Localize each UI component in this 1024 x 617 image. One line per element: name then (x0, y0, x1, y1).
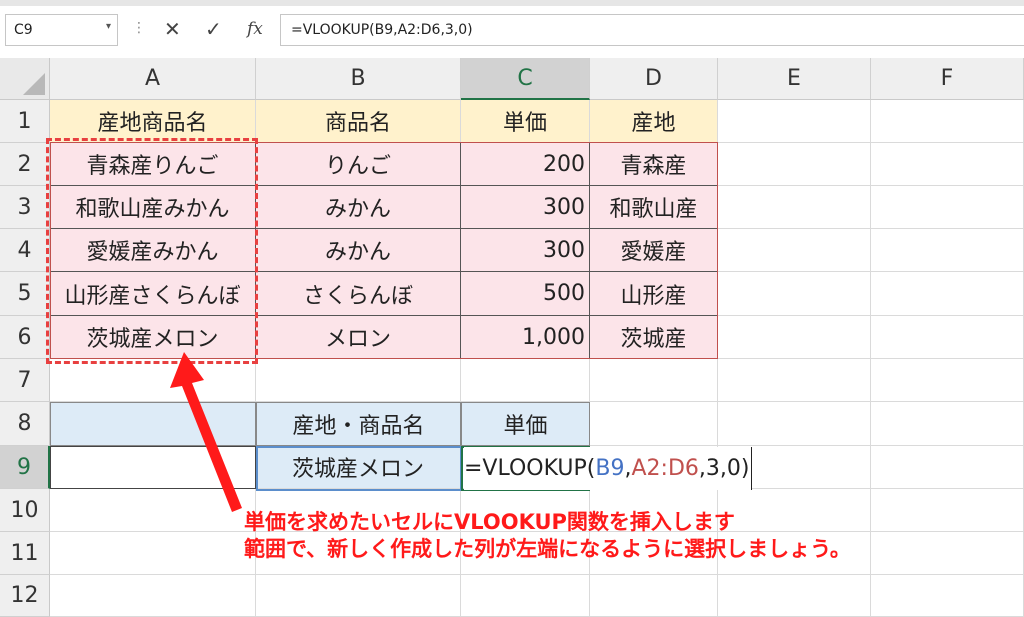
cell-e8[interactable] (718, 402, 871, 446)
row-header-12[interactable]: 12 (0, 575, 50, 617)
cell-c12[interactable] (461, 575, 590, 617)
formula-input[interactable]: =VLOOKUP(B9,A2:D6,3,0) (280, 14, 1024, 46)
column-header-d[interactable]: D (590, 58, 718, 100)
cell-f3[interactable] (871, 186, 1024, 229)
cell-b2[interactable]: りんご (256, 143, 461, 186)
cell-f7[interactable] (871, 359, 1024, 402)
cell-c1[interactable]: 単価 (461, 100, 590, 143)
cell-d5[interactable]: 山形産 (590, 272, 718, 316)
formula-sep: , (624, 456, 632, 481)
select-all-corner[interactable] (0, 58, 50, 100)
cell-e2[interactable] (718, 143, 871, 186)
cell-d6[interactable]: 茨城産 (590, 316, 718, 359)
cell-f1[interactable] (871, 100, 1024, 143)
name-box-value: C9 (14, 22, 33, 38)
column-header-c[interactable]: C (461, 58, 590, 100)
cell-f2[interactable] (871, 143, 1024, 186)
row-header-4[interactable]: 4 (0, 229, 50, 272)
column-header-e[interactable]: E (718, 58, 871, 100)
column-header-b[interactable]: B (256, 58, 461, 100)
cell-a12[interactable] (50, 575, 256, 617)
cell-d4[interactable]: 愛媛産 (590, 229, 718, 272)
drag-handle-icon[interactable]: ⋮ (132, 20, 146, 36)
cell-c2[interactable]: 200 (461, 143, 590, 186)
formula-suffix: ,3,0) (698, 456, 750, 481)
cell-f9[interactable] (871, 446, 1024, 489)
enter-check-icon[interactable]: ✓ (205, 17, 222, 41)
row-header-7[interactable]: 7 (0, 359, 50, 402)
cell-c5[interactable]: 500 (461, 272, 590, 316)
cell-e12[interactable] (718, 575, 871, 617)
cell-c8[interactable]: 単価 (461, 402, 590, 446)
cell-b8[interactable]: 産地・商品名 (256, 402, 461, 446)
row-header-6[interactable]: 6 (0, 316, 50, 359)
row-header-5[interactable]: 5 (0, 272, 50, 316)
formula-ref-b9: B9 (595, 456, 625, 481)
cell-b12[interactable] (256, 575, 461, 617)
cell-f12[interactable] (871, 575, 1024, 617)
cell-b7[interactable] (256, 359, 461, 402)
row-header-9[interactable]: 9 (0, 446, 50, 489)
insert-function-icon[interactable]: fx (247, 19, 263, 39)
cell-e5[interactable] (718, 272, 871, 316)
red-arrow-icon (170, 352, 242, 512)
name-box[interactable]: C9 ▾ (5, 14, 118, 46)
cell-f6[interactable] (871, 316, 1024, 359)
chevron-down-icon[interactable]: ▾ (106, 21, 111, 32)
annotation-text: 単価を求めたいセルにVLOOKUP関数を挿入します 範囲で、新しく作成した列が左… (244, 509, 851, 563)
cell-d7[interactable] (590, 359, 718, 402)
cell-a1[interactable]: 産地商品名 (50, 100, 256, 143)
formula-bar: C9 ▾ ⋮ ✕ ✓ fx =VLOOKUP(B9,A2:D6,3,0) (0, 0, 1024, 58)
cell-f4[interactable] (871, 229, 1024, 272)
cell-d2[interactable]: 青森産 (590, 143, 718, 186)
cell-f11[interactable] (871, 532, 1024, 575)
cell-c6[interactable]: 1,000 (461, 316, 590, 359)
column-header-f[interactable]: F (871, 58, 1024, 100)
annotation-line-1: 単価を求めたいセルにVLOOKUP関数を挿入します (244, 510, 735, 534)
row-header-3[interactable]: 3 (0, 186, 50, 229)
cell-b1[interactable]: 商品名 (256, 100, 461, 143)
cell-b6[interactable]: メロン (256, 316, 461, 359)
cell-b5[interactable]: さくらんぼ (256, 272, 461, 316)
in-cell-formula-editor[interactable]: =VLOOKUP(B9, A2:D6,3,0) (464, 447, 753, 490)
cell-e7[interactable] (718, 359, 871, 402)
cell-d3[interactable]: 和歌山産 (590, 186, 718, 229)
cell-c7[interactable] (461, 359, 590, 402)
cell-e3[interactable] (718, 186, 871, 229)
annotation-line-2: 範囲で、新しく作成した列が左端になるように選択しましょう。 (244, 537, 851, 561)
ribbon-edge (0, 0, 1024, 6)
row-header-10[interactable]: 10 (0, 489, 50, 532)
cell-e6[interactable] (718, 316, 871, 359)
row-header-2[interactable]: 2 (0, 143, 50, 186)
row-header-8[interactable]: 8 (0, 402, 50, 446)
cell-b4[interactable]: みかん (256, 229, 461, 272)
cell-e1[interactable] (718, 100, 871, 143)
spreadsheet-grid: A B C D E F 1 2 3 4 5 6 7 8 9 10 11 12 産… (0, 58, 1024, 617)
column-header-a[interactable]: A (50, 58, 256, 100)
cell-e4[interactable] (718, 229, 871, 272)
cell-f10[interactable] (871, 489, 1024, 532)
formula-prefix: =VLOOKUP( (464, 456, 596, 481)
cell-c4[interactable]: 300 (461, 229, 590, 272)
dashed-highlight-box (46, 138, 258, 364)
cell-d8[interactable] (590, 402, 718, 446)
cell-b3[interactable]: みかん (256, 186, 461, 229)
cell-f5[interactable] (871, 272, 1024, 316)
cell-c3[interactable]: 300 (461, 186, 590, 229)
row-header-1[interactable]: 1 (0, 100, 50, 143)
cell-d12[interactable] (590, 575, 718, 617)
cell-a11[interactable] (50, 532, 256, 575)
row-header-11[interactable]: 11 (0, 532, 50, 575)
cell-d1[interactable]: 産地 (590, 100, 718, 143)
cancel-icon[interactable]: ✕ (164, 17, 181, 41)
reference-highlight-b9 (256, 446, 462, 491)
cell-f8[interactable] (871, 402, 1024, 446)
formula-ref-a2-d6: A2:D6 (631, 456, 699, 481)
